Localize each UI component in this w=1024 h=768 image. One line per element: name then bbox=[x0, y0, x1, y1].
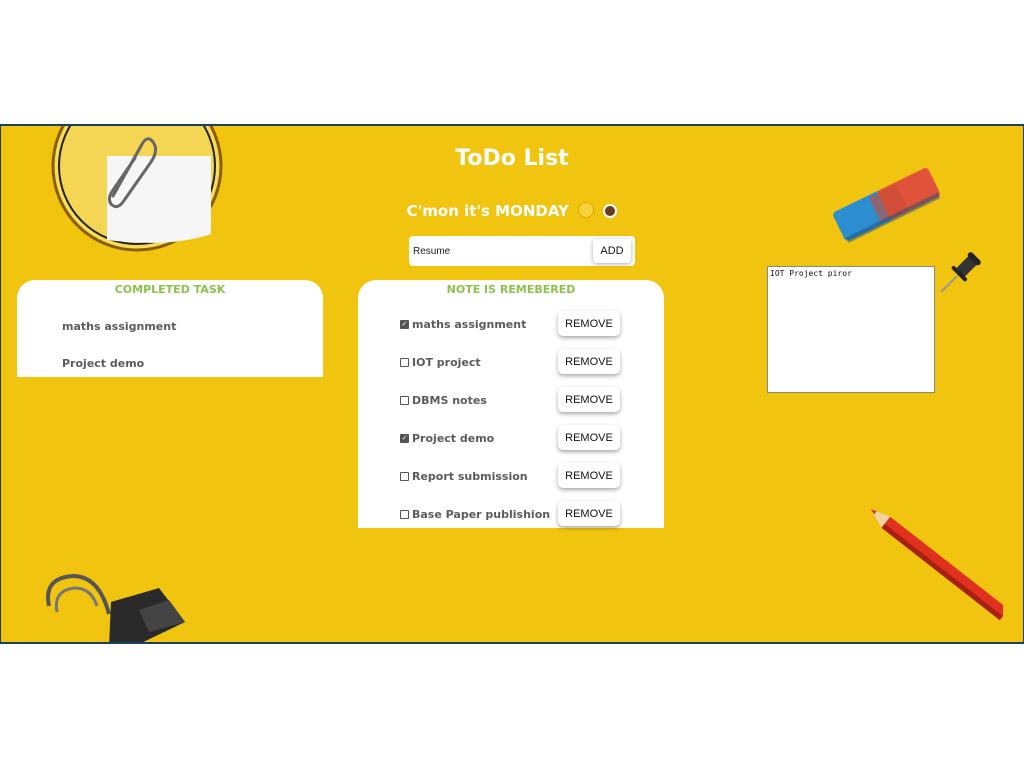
completed-item: Project demo bbox=[62, 357, 145, 370]
coffee-emoji-icon bbox=[603, 204, 618, 218]
task-checkbox[interactable]: ✓ bbox=[400, 434, 409, 443]
page-subtitle: C'mon it's MONDAY bbox=[1, 202, 1023, 220]
task-checkbox[interactable] bbox=[400, 472, 409, 481]
remove-button[interactable]: REMOVE bbox=[558, 387, 620, 412]
remove-button[interactable]: REMOVE bbox=[558, 311, 620, 336]
binder-clip-icon bbox=[46, 573, 185, 642]
list-item: DBMS notes REMOVE bbox=[400, 387, 624, 413]
task-label: maths assignment bbox=[412, 318, 527, 331]
task-checkbox[interactable]: ✓ bbox=[400, 320, 409, 329]
task-label: Report submission bbox=[412, 470, 528, 483]
pushpin-icon bbox=[940, 252, 981, 293]
list-item: Report submission REMOVE bbox=[400, 463, 624, 489]
memo-textarea[interactable]: IOT Project piror bbox=[767, 266, 935, 393]
remove-button[interactable]: REMOVE bbox=[558, 501, 620, 526]
subtitle-text: C'mon it's MONDAY bbox=[406, 202, 569, 220]
remove-button[interactable]: REMOVE bbox=[558, 425, 620, 450]
task-label: IOT project bbox=[412, 356, 481, 369]
task-label: DBMS notes bbox=[412, 394, 487, 407]
completed-item: maths assignment bbox=[62, 320, 177, 333]
completed-panel-title: COMPLETED TASK bbox=[114, 283, 226, 296]
todo-app: ToDo List C'mon it's MONDAY ADD COMPLETE… bbox=[0, 124, 1024, 644]
smiley-emoji-icon bbox=[578, 202, 595, 218]
remove-button[interactable]: REMOVE bbox=[558, 349, 620, 374]
app-title: ToDo List bbox=[455, 146, 569, 171]
task-checkbox[interactable] bbox=[400, 396, 409, 405]
notes-panel: NOTE IS REMEBERED ✓ maths assignment REM… bbox=[358, 280, 664, 528]
completed-task-panel: COMPLETED TASK maths assignment Project … bbox=[17, 280, 323, 377]
list-item: Base Paper publishion REMOVE bbox=[400, 501, 624, 527]
task-input[interactable] bbox=[413, 243, 583, 259]
paperclip-icon bbox=[51, 126, 223, 252]
list-item: IOT project REMOVE bbox=[400, 349, 624, 375]
pencil-icon bbox=[870, 509, 1003, 621]
task-checkbox[interactable] bbox=[400, 358, 409, 367]
notes-panel-title: NOTE IS REMEBERED bbox=[446, 283, 576, 296]
task-label: Base Paper publishion bbox=[412, 508, 551, 521]
list-item: ✓ maths assignment REMOVE bbox=[400, 311, 624, 337]
remove-button[interactable]: REMOVE bbox=[558, 463, 620, 488]
list-item: ✓ Project demo REMOVE bbox=[400, 425, 624, 451]
add-button[interactable]: ADD bbox=[593, 239, 631, 263]
task-input-group: ADD bbox=[409, 236, 635, 266]
task-label: Project demo bbox=[412, 432, 495, 445]
task-checkbox[interactable] bbox=[400, 510, 409, 519]
